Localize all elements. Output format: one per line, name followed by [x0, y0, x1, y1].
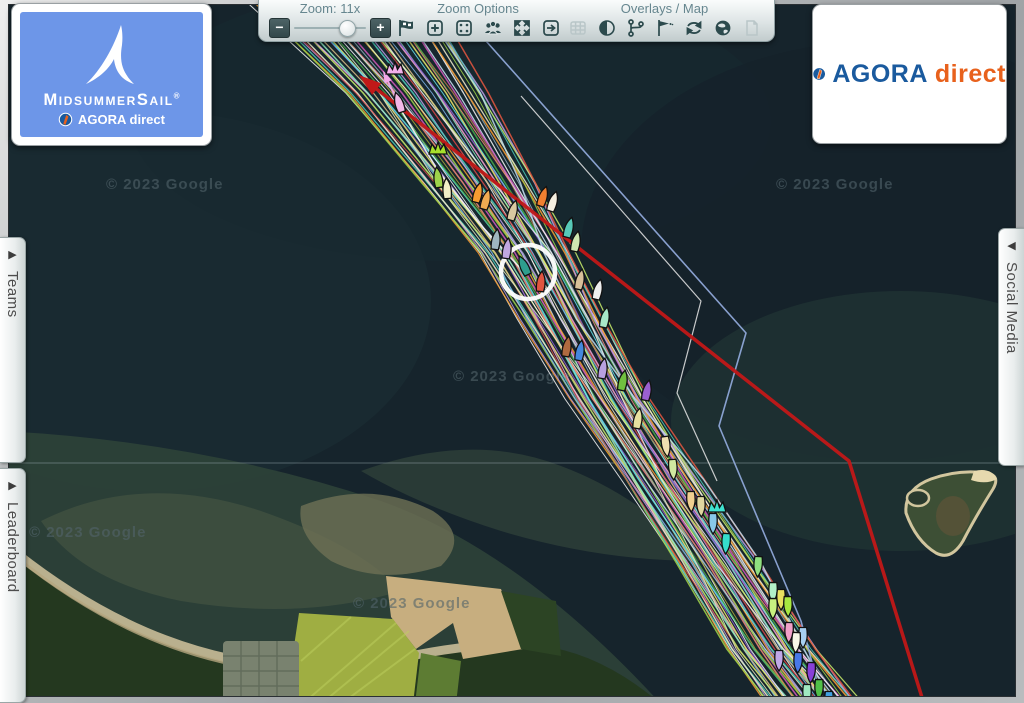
- agora-direct-text: direct: [935, 60, 1006, 89]
- grid-icon[interactable]: [565, 17, 590, 39]
- agora-direct-label: AGORA direct: [78, 112, 165, 127]
- leader-crown-icon: [708, 500, 726, 512]
- sail-icon: [81, 23, 143, 89]
- agora-direct-row: AGORA direct: [58, 112, 165, 127]
- expand-icon[interactable]: [509, 17, 534, 39]
- google-watermark: © 2023 Google: [353, 595, 470, 612]
- zoom-out-button[interactable]: −: [269, 18, 290, 38]
- agora-icon: [813, 58, 825, 90]
- zoom-group: Zoom: 11x − +: [269, 2, 391, 39]
- agora-brand-text: AGORA: [832, 60, 928, 89]
- overlays-label: Overlays / Map: [621, 2, 708, 16]
- tab-teams[interactable]: ▶ Teams: [0, 237, 26, 463]
- teams-tab-label: Teams: [4, 271, 21, 318]
- zoom-options-label: Zoom Options: [437, 2, 519, 16]
- island-lagoon: [907, 490, 929, 506]
- zoom-in-button[interactable]: +: [370, 18, 391, 38]
- social-media-tab-label: Social Media: [1003, 262, 1020, 354]
- zoom-slider-handle[interactable]: [339, 20, 356, 37]
- boat-marker[interactable]: [825, 692, 833, 698]
- dice-icon[interactable]: [451, 17, 476, 39]
- expand-left-icon: ◀: [1007, 239, 1015, 252]
- agora-icon: [58, 112, 73, 127]
- agora-direct-logo-card[interactable]: AGORA direct: [812, 4, 1007, 144]
- midsummersail-logo-card[interactable]: MidsummerSail® AGORA direct: [11, 3, 212, 146]
- wind-pennant-icon[interactable]: [652, 17, 677, 39]
- leader-crown-icon: [386, 62, 404, 74]
- town: [223, 641, 299, 697]
- tab-leaderboard[interactable]: ▶ Leaderboard: [0, 468, 26, 703]
- midsummersail-logo: MidsummerSail® AGORA direct: [20, 12, 203, 137]
- boat-marker[interactable]: [803, 685, 811, 698]
- route-icon[interactable]: [623, 17, 648, 39]
- zoom-slider[interactable]: [294, 19, 366, 37]
- midsummersail-title: MidsummerSail®: [43, 91, 179, 110]
- zoom-level-label: Zoom: 11x: [300, 2, 360, 16]
- island-interior: [936, 496, 970, 536]
- tab-social-media[interactable]: ◀ Social Media: [998, 228, 1024, 466]
- add-waypoint-icon[interactable]: [422, 17, 447, 39]
- group-icon[interactable]: [480, 17, 505, 39]
- boat-marker[interactable]: [815, 679, 824, 697]
- google-watermark: © 2023 Google: [776, 176, 893, 193]
- overlays-group: Overlays / Map: [565, 2, 764, 39]
- leaderboard-tab-label: Leaderboard: [4, 502, 21, 593]
- globe-icon[interactable]: [710, 17, 735, 39]
- swap-icon[interactable]: [681, 17, 706, 39]
- contrast-icon[interactable]: [594, 17, 619, 39]
- google-watermark: © 2023 Google: [29, 524, 146, 541]
- page-icon[interactable]: [739, 17, 764, 39]
- expand-right-icon: ▶: [8, 479, 16, 492]
- leader-crown-icon: [429, 142, 447, 154]
- enter-icon[interactable]: [538, 17, 563, 39]
- race-flag-icon[interactable]: [393, 17, 418, 39]
- zoom-options-group: Zoom Options: [393, 2, 563, 39]
- expand-right-icon: ▶: [8, 248, 16, 261]
- map-toolbar: Zoom: 11x − + Zoom Options: [258, 0, 775, 42]
- google-watermark: © 2023 Google: [106, 176, 223, 193]
